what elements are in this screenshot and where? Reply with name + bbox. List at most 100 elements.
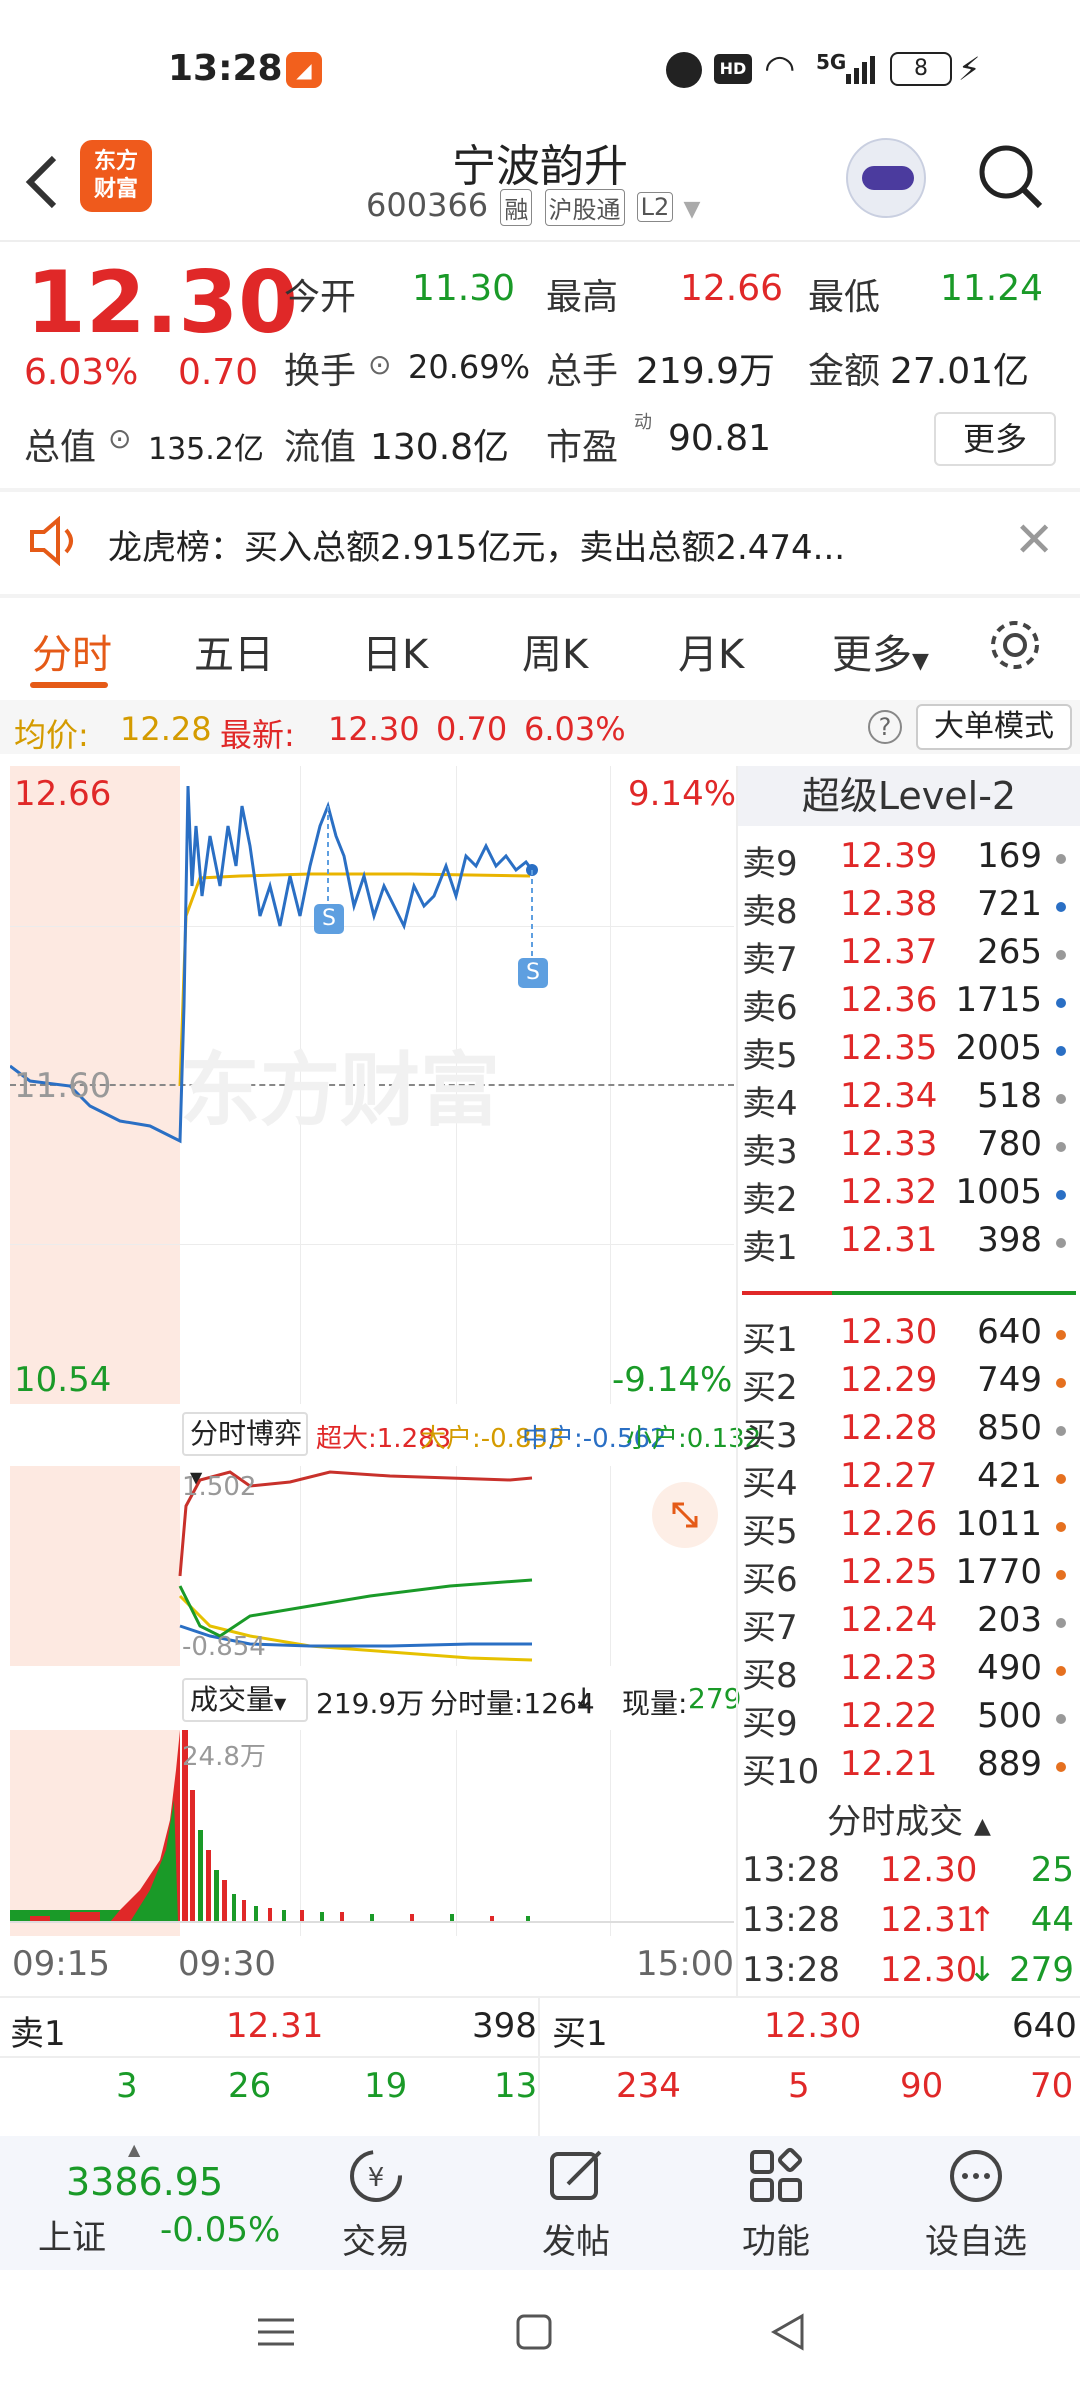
- ask-detail: 13: [494, 2066, 538, 2106]
- tab-monthly-k[interactable]: 月K: [678, 622, 744, 680]
- trade-volume: 44: [1030, 1900, 1074, 1940]
- alarm-icon: [666, 52, 702, 88]
- bid-label: 买8: [742, 1656, 798, 1696]
- bid-label: 买4: [742, 1464, 798, 1504]
- bid-price: 12.26: [840, 1504, 938, 1544]
- close-banner-button[interactable]: ✕: [1014, 512, 1054, 568]
- sell-marker[interactable]: S: [518, 958, 548, 988]
- bid-row[interactable]: 买5 12.26 1011: [742, 1504, 1080, 1552]
- big-order-mode-button[interactable]: 大单模式: [916, 704, 1072, 750]
- settings-button[interactable]: [986, 616, 1044, 678]
- bid-row[interactable]: 买2 12.29 749: [742, 1360, 1080, 1408]
- flow-dropdown[interactable]: 分时博弈▼: [182, 1412, 308, 1487]
- ask-row[interactable]: 卖3 12.33 780: [742, 1124, 1080, 1172]
- expand-button[interactable]: [652, 1482, 718, 1548]
- volume-dropdown[interactable]: 成交量▼: [182, 1678, 308, 1722]
- low-label: 最低: [808, 277, 881, 318]
- ask-row[interactable]: 卖9 12.39 169: [742, 836, 1080, 884]
- intraday-chart[interactable]: 东方财富 S S 12.66 9.14% 11.60 10.54 -9.14%: [10, 766, 736, 1404]
- menu-button[interactable]: [256, 2312, 296, 2356]
- ask-detail: 3: [116, 2066, 138, 2106]
- ask-volume: 721: [977, 884, 1042, 924]
- time-open: 09:30: [178, 1944, 276, 1984]
- caret-up-icon: ▲: [973, 1814, 991, 1839]
- bid-label: 买7: [742, 1608, 798, 1648]
- nav-add-watchlist[interactable]: 设自选: [906, 2146, 1046, 2266]
- bid-volume: 1011: [955, 1504, 1042, 1544]
- volume-bars-svg: [10, 1730, 734, 1923]
- more-button[interactable]: 更多: [934, 412, 1056, 466]
- summary-ask-vol: 398: [472, 2006, 537, 2046]
- ask-price: 12.36: [840, 980, 938, 1020]
- ask-price: 12.31: [840, 1220, 938, 1260]
- bid-dot-icon: [1056, 1714, 1066, 1724]
- sell-marker[interactable]: S: [314, 904, 344, 934]
- volume-peak: 24.8万: [182, 1742, 266, 1772]
- bid-row[interactable]: 买4 12.27 421: [742, 1456, 1080, 1504]
- change-amount: 0.70: [178, 352, 259, 393]
- index-ticker[interactable]: ▲ 3386.95 上证 -0.05%: [0, 2136, 280, 2270]
- bid-price: 12.29: [840, 1360, 938, 1400]
- volume-chart[interactable]: 24.8万: [10, 1730, 734, 1936]
- assistant-robot-avatar[interactable]: [846, 138, 926, 218]
- axis-bottom-left: 10.54: [14, 1360, 112, 1400]
- dragon-tiger-banner[interactable]: 龙虎榜：买入总额2.915亿元，卖出总额2.474... ✕: [0, 490, 1080, 594]
- bid-row[interactable]: 买6 12.25 1770: [742, 1552, 1080, 1600]
- ask-row[interactable]: 卖4 12.34 518: [742, 1076, 1080, 1124]
- bid-dot-icon: [1056, 1330, 1066, 1340]
- axis-mid: 11.60: [14, 1066, 112, 1106]
- back-system-button[interactable]: [768, 2312, 808, 2356]
- ask-row[interactable]: 卖8 12.38 721: [742, 884, 1080, 932]
- ask-row[interactable]: 卖1 12.31 398: [742, 1220, 1080, 1268]
- ask-label: 卖1: [742, 1228, 798, 1268]
- bid-row[interactable]: 买10 12.21 889: [742, 1744, 1080, 1792]
- bid-row[interactable]: 买1 12.30 640: [742, 1312, 1080, 1360]
- ask-row[interactable]: 卖7 12.37 265: [742, 932, 1080, 980]
- ask-label: 卖4: [742, 1084, 798, 1124]
- nav-trade[interactable]: ¥ 交易: [316, 2146, 436, 2266]
- tab-daily-k[interactable]: 日K: [362, 622, 428, 680]
- ask-row[interactable]: 卖6 12.36 1715: [742, 980, 1080, 1028]
- down-arrow-icon: ↓: [572, 1682, 596, 1715]
- speaker-icon: [26, 515, 82, 570]
- bid-detail: 70: [1030, 2066, 1074, 2106]
- flow-chart[interactable]: 1.502 -0.854: [10, 1466, 734, 1666]
- nav-post[interactable]: 发帖: [516, 2146, 636, 2266]
- bid-volume: 500: [977, 1696, 1042, 1736]
- tab-intraday[interactable]: 分时: [32, 622, 112, 680]
- bid-price: 12.30: [840, 1312, 938, 1352]
- ask-row[interactable]: 卖2 12.32 1005: [742, 1172, 1080, 1220]
- home-button[interactable]: [514, 2312, 554, 2356]
- trade-icon: ¥: [350, 2150, 402, 2202]
- last-change: 0.70: [436, 710, 508, 748]
- ask-label: 卖8: [742, 892, 798, 932]
- ask-price: 12.37: [840, 932, 938, 972]
- nav-functions[interactable]: 功能: [716, 2146, 836, 2266]
- tab-five-day[interactable]: 五日: [194, 622, 274, 680]
- volume-total: 219.9万: [316, 1687, 425, 1720]
- svg-text:¥: ¥: [368, 2163, 385, 2193]
- stock-code-row[interactable]: 600366 融 沪股通 L2 ▼: [366, 186, 700, 226]
- tab-more[interactable]: 更多▼: [832, 622, 929, 680]
- volume-bar: [254, 1906, 258, 1922]
- ask-volume: 398: [977, 1220, 1042, 1260]
- trade-volume: 279: [1009, 1950, 1074, 1990]
- tab-weekly-k[interactable]: 周K: [522, 622, 588, 680]
- status-bar: 13:28 ◢ HD ◠ 5G 8 ⚡: [0, 0, 1080, 130]
- ask-detail: 26: [228, 2066, 272, 2106]
- bid-row[interactable]: 买8 12.23 490: [742, 1648, 1080, 1696]
- nav-add-watchlist-label: 设自选: [925, 2222, 1027, 2262]
- ask-row[interactable]: 卖5 12.35 2005: [742, 1028, 1080, 1076]
- bid-label: 买5: [742, 1512, 798, 1552]
- info-icon[interactable]: ⊙: [368, 348, 391, 381]
- bid-dot-icon: [1056, 1570, 1066, 1580]
- help-icon[interactable]: ?: [868, 710, 902, 744]
- bid-row[interactable]: 买9 12.22 500: [742, 1696, 1080, 1744]
- volume-bar: [320, 1912, 324, 1922]
- bid-row[interactable]: 买7 12.24 203: [742, 1600, 1080, 1648]
- trades-title-button[interactable]: 分时成交 ▲: [738, 1794, 1080, 1850]
- search-button[interactable]: [976, 142, 1046, 216]
- info-icon[interactable]: ⊙: [108, 422, 131, 455]
- level2-title[interactable]: 超级Level-2: [738, 766, 1080, 826]
- bid-row[interactable]: 买3 12.28 850: [742, 1408, 1080, 1456]
